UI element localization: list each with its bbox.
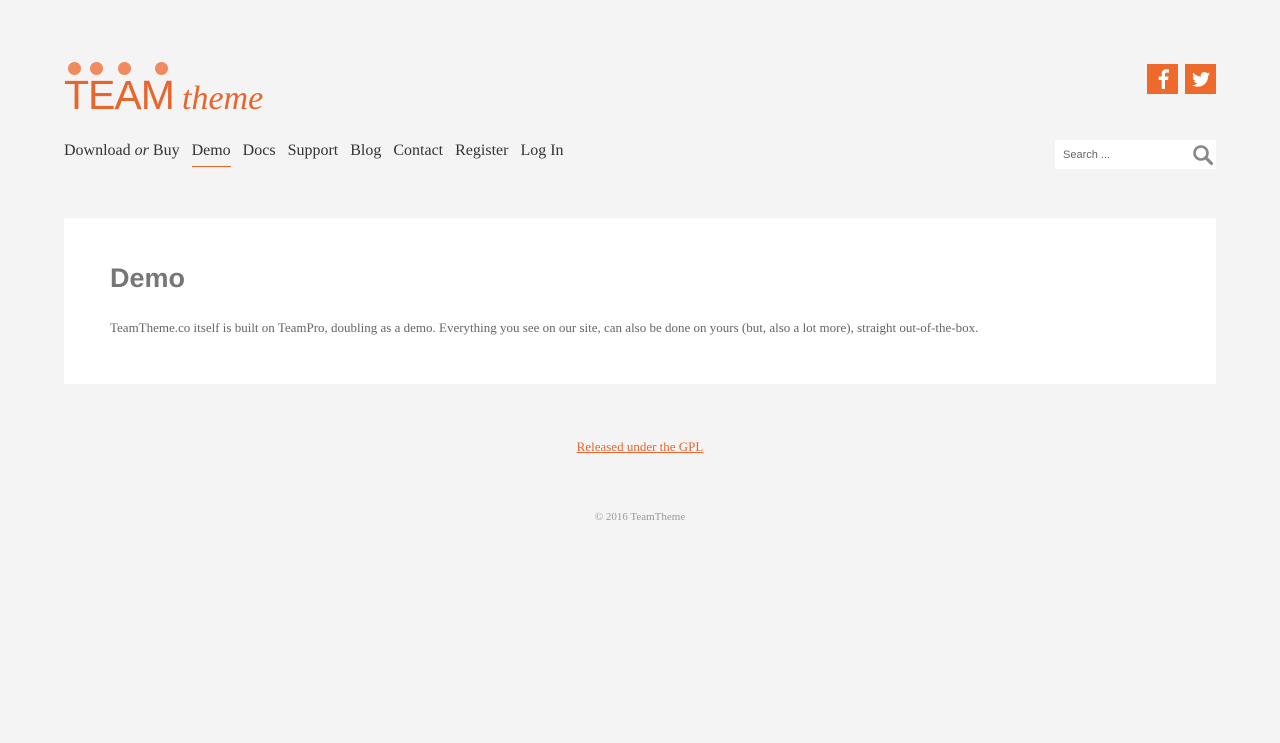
nav-item-register[interactable]: Register <box>455 142 508 167</box>
page-title: Demo <box>110 263 186 293</box>
search-input[interactable] <box>1055 140 1185 169</box>
footer-copyright: © 2016 TeamTheme <box>594 511 686 523</box>
facebook-button[interactable] <box>1147 64 1178 94</box>
logo-word-team: TEAM <box>64 72 175 118</box>
main-nav: Download or Buy Demo Docs Support Blog C… <box>64 142 576 167</box>
search-icon[interactable] <box>1192 144 1214 166</box>
nav-item-blog[interactable]: Blog <box>350 142 381 167</box>
twitter-icon <box>1191 71 1210 87</box>
page-body-text: TeamTheme.co itself is built on TeamPro,… <box>110 320 979 335</box>
site-logo[interactable]: TEAM theme <box>64 62 269 118</box>
search-box <box>1055 140 1216 169</box>
facebook-icon <box>1158 69 1169 89</box>
twitter-button[interactable] <box>1185 64 1216 94</box>
nav-label-emphasis: or <box>134 142 149 159</box>
nav-item-docs[interactable]: Docs <box>243 142 276 167</box>
gpl-link[interactable]: Released under the GPL <box>577 439 704 454</box>
nav-item-download-or-buy[interactable]: Download or Buy <box>64 142 180 167</box>
content-card: Demo TeamTheme.co itself is built on Tea… <box>64 218 1216 384</box>
nav-item-contact[interactable]: Contact <box>393 142 443 167</box>
nav-label: Download <box>64 142 131 159</box>
nav-label: Buy <box>152 142 180 159</box>
nav-item-log-in[interactable]: Log In <box>520 142 563 167</box>
nav-item-support[interactable]: Support <box>288 142 339 167</box>
footer-license: Released under the GPL <box>0 439 1280 455</box>
nav-item-demo[interactable]: Demo <box>191 142 231 167</box>
logo-word-theme: theme <box>182 80 264 117</box>
